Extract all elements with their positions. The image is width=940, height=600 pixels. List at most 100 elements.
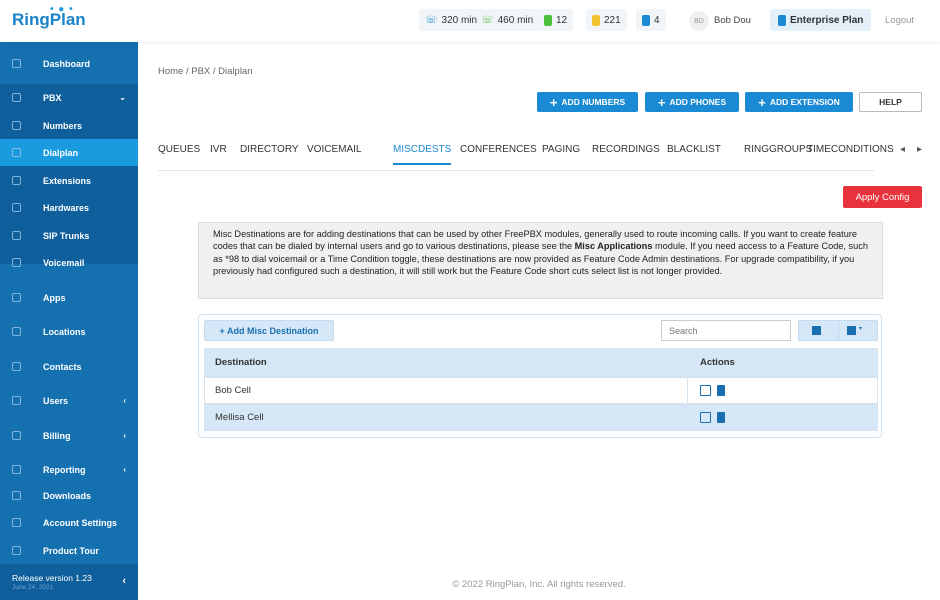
sidebar-item-label: Dialplan bbox=[43, 147, 79, 158]
column-destination[interactable]: Destination bbox=[205, 349, 688, 376]
yellow-count-chip[interactable]: 221 bbox=[586, 9, 627, 31]
top-bar: • ● • RingPlan ☏ 320 min ☏ 460 min 12 221 4… bbox=[0, 0, 940, 42]
sidebar-item-product-tour[interactable]: Product Tour bbox=[0, 537, 138, 564]
sidebar-item-reporting[interactable]: Reporting ‹ bbox=[0, 456, 138, 483]
sidebar-item-label: Numbers bbox=[43, 120, 83, 131]
tab-directory[interactable]: DIRECTORY bbox=[240, 144, 299, 155]
tab-divider bbox=[158, 170, 874, 171]
apply-config-button[interactable]: Apply Config bbox=[843, 186, 922, 208]
divider bbox=[838, 321, 839, 340]
tab-queues[interactable]: QUEUES bbox=[158, 144, 200, 155]
sidebar-item-contacts[interactable]: Contacts bbox=[0, 353, 138, 380]
tab-ivr[interactable]: IVR bbox=[210, 144, 227, 155]
sidebar-item-pbx[interactable]: PBX ⌄ bbox=[0, 84, 138, 111]
edit-icon[interactable] bbox=[700, 385, 711, 396]
sidebar-item-extensions[interactable]: Extensions bbox=[0, 167, 138, 194]
column-actions: Actions bbox=[700, 357, 735, 368]
green-count-chip[interactable]: 12 bbox=[538, 9, 574, 31]
trash-icon[interactable] bbox=[717, 412, 725, 423]
sidebar-item-label: Dashboard bbox=[43, 58, 91, 69]
locations-icon bbox=[12, 327, 21, 336]
columns-icon[interactable] bbox=[812, 326, 821, 335]
sidebar-item-label: Users bbox=[43, 395, 69, 406]
plus-icon: + bbox=[758, 94, 766, 110]
view-toggle-group: ▾ bbox=[798, 320, 878, 341]
sidebar-item-hardwares[interactable]: Hardwares bbox=[0, 194, 138, 221]
breadcrumb: Home / PBX / Dialplan bbox=[158, 66, 253, 77]
chevron-down-icon[interactable]: ▾ bbox=[859, 325, 862, 332]
dashboard-icon bbox=[12, 59, 21, 68]
sidebar-item-users[interactable]: Users ‹ bbox=[0, 387, 138, 414]
sidebar-item-dashboard[interactable]: Dashboard bbox=[0, 50, 138, 77]
sidebar-item-label: Billing bbox=[43, 430, 71, 441]
add-misc-destination-button[interactable]: + Add Misc Destination bbox=[204, 320, 334, 341]
export-icon[interactable] bbox=[847, 326, 856, 335]
minutes-out: 460 min bbox=[497, 14, 534, 26]
add-extension-button[interactable]: + ADD EXTENSION bbox=[745, 92, 853, 112]
misc-applications-link[interactable]: Misc Applications bbox=[575, 241, 653, 251]
plan-chip[interactable]: Enterprise Plan bbox=[770, 9, 872, 31]
ringplan-logo[interactable]: • ● • RingPlan bbox=[12, 4, 86, 30]
sip-trunks-icon bbox=[12, 231, 21, 240]
chevron-icon: ⌄ bbox=[119, 93, 126, 102]
minutes-chip[interactable]: ☏ 320 min ☏ 460 min bbox=[419, 9, 540, 31]
tab-timeconditions[interactable]: TIMECONDITIONS bbox=[807, 144, 894, 155]
add-numbers-button[interactable]: + ADD NUMBERS bbox=[537, 92, 638, 112]
trash-icon[interactable] bbox=[717, 385, 725, 396]
info-box: Misc Destinations are for adding destina… bbox=[198, 222, 883, 299]
tab-blacklist[interactable]: BLACKLIST bbox=[667, 144, 721, 155]
add-numbers-label: ADD NUMBERS bbox=[561, 97, 626, 107]
users-icon bbox=[12, 396, 21, 405]
chevron-icon: ‹ bbox=[123, 396, 126, 405]
hardwares-icon bbox=[12, 203, 21, 212]
folder-icon bbox=[592, 14, 600, 26]
dialplan-icon bbox=[12, 148, 21, 157]
downloads-icon bbox=[12, 491, 21, 500]
main-content: Home / PBX / Dialplan + ADD NUMBERS + ADD … bbox=[138, 42, 940, 600]
tab-voicemail[interactable]: VOICEMAIL bbox=[307, 144, 361, 155]
search-input[interactable] bbox=[661, 320, 791, 341]
tab-ringgroups[interactable]: RINGGROUPS bbox=[744, 144, 812, 155]
tab-miscdests[interactable]: MISCDESTS bbox=[393, 144, 452, 165]
avatar[interactable]: BD bbox=[689, 11, 709, 31]
yellow-count: 221 bbox=[604, 14, 621, 26]
sidebar-item-account-settings[interactable]: Account Settings bbox=[0, 509, 138, 536]
sim-icon bbox=[642, 14, 650, 26]
device-icon bbox=[544, 14, 552, 26]
collapse-sidebar-icon[interactable]: ‹ bbox=[122, 575, 126, 587]
destination-cell: Mellisa Cell bbox=[205, 405, 688, 430]
sidebar-item-numbers[interactable]: Numbers bbox=[0, 112, 138, 139]
sidebar-item-dialplan[interactable]: Dialplan bbox=[0, 139, 138, 166]
release-version: Release version 1.23 bbox=[12, 573, 92, 583]
edit-icon[interactable] bbox=[700, 412, 711, 423]
tab-recordings[interactable]: RECORDINGS bbox=[592, 144, 660, 155]
user-name[interactable]: Bob Dou bbox=[714, 15, 751, 26]
help-button[interactable]: HELP bbox=[859, 92, 922, 112]
sidebar-item-voicemail[interactable]: Voicemail bbox=[0, 249, 138, 276]
apps-icon bbox=[12, 293, 21, 302]
sidebar-item-billing[interactable]: Billing ‹ bbox=[0, 422, 138, 449]
add-phones-button[interactable]: + ADD PHONES bbox=[645, 92, 739, 112]
release-date: June 24, 2021 bbox=[12, 584, 54, 591]
tab-paging[interactable]: PAGING bbox=[542, 144, 580, 155]
sidebar-item-downloads[interactable]: Downloads bbox=[0, 482, 138, 509]
sidebar-item-label: Apps bbox=[43, 292, 66, 303]
tabs: QUEUES IVR DIRECTORY VOICEMAIL MISCDESTS CONF… bbox=[158, 144, 898, 168]
tabs-prev-icon[interactable]: ◂ bbox=[900, 144, 905, 155]
sidebar-item-locations[interactable]: Locations bbox=[0, 318, 138, 345]
sidebar-item-label: Hardwares bbox=[43, 202, 90, 213]
sidebar-item-label: Reporting bbox=[43, 464, 86, 475]
sidebar-item-label: Voicemail bbox=[43, 257, 85, 268]
extensions-icon bbox=[12, 176, 21, 185]
logout-link[interactable]: Logout bbox=[885, 15, 914, 26]
blue-count-chip[interactable]: 4 bbox=[636, 9, 666, 31]
plus-icon: + bbox=[657, 94, 666, 110]
sidebar-item-apps[interactable]: Apps bbox=[0, 284, 138, 311]
sidebar-item-label: Contacts bbox=[43, 361, 82, 372]
brand-name: RingPlan bbox=[12, 10, 86, 29]
tab-conferences[interactable]: CONFERENCES bbox=[460, 144, 537, 155]
tabs-next-icon[interactable]: ▸ bbox=[917, 144, 922, 155]
product-tour-icon bbox=[12, 546, 21, 555]
sidebar-item-sip-trunks[interactable]: SIP Trunks bbox=[0, 222, 138, 249]
sidebar: Dashboard PBX ⌄ Numbers Dialplan Extensions Ha… bbox=[0, 42, 138, 600]
